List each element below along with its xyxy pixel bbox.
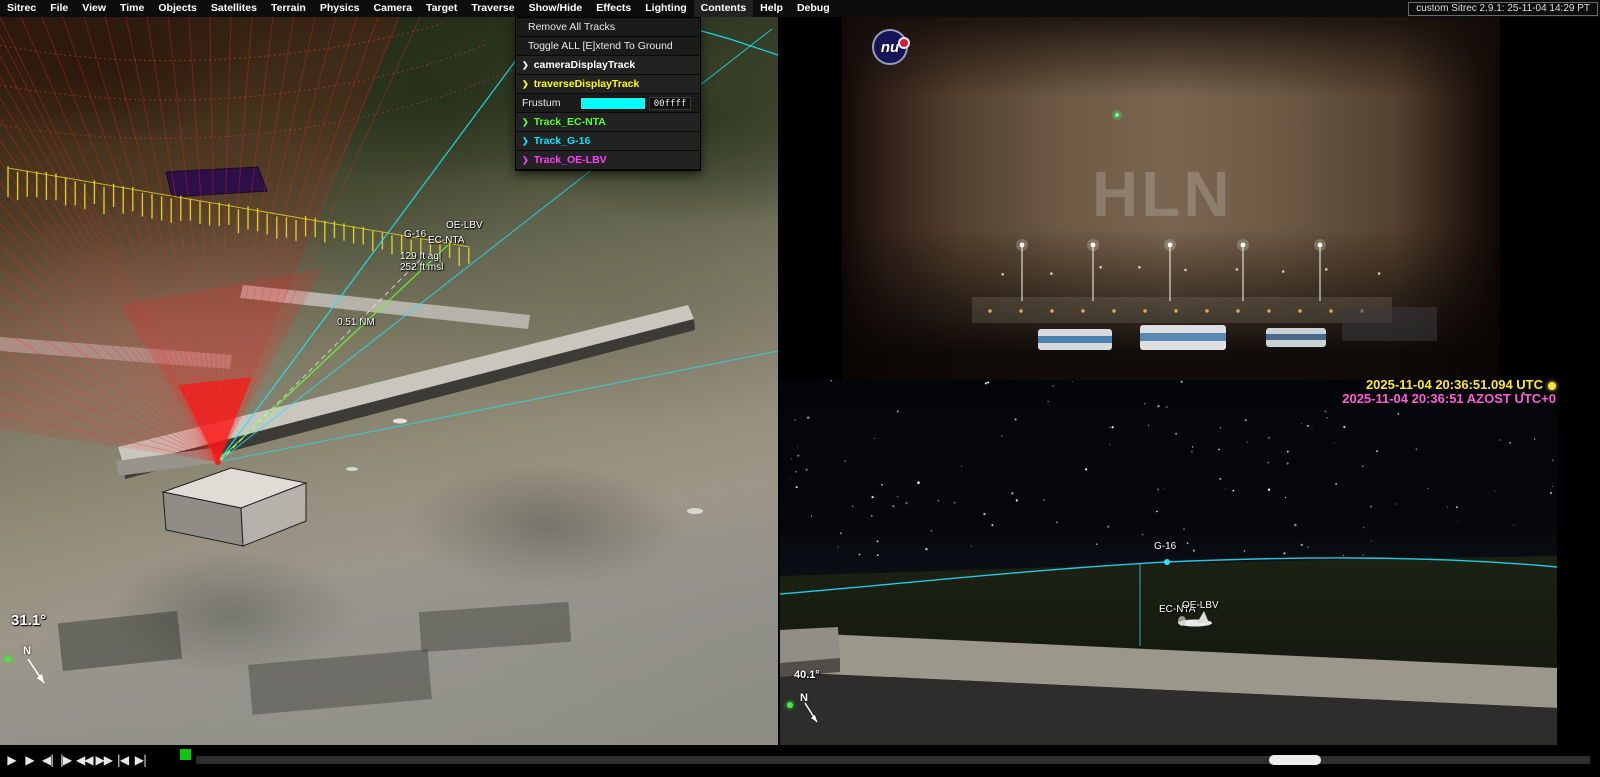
local-timestamp-text: 2025-11-04 20:36:51 AZOST UTC+0: [1342, 391, 1556, 406]
night-heading-label: 40.1°: [794, 669, 820, 681]
jump-start-button[interactable]: |◀: [114, 751, 131, 769]
expand-arrow-icon: ❯: [522, 131, 529, 150]
menu-item-label: Track_G-16: [534, 132, 591, 151]
night-track-label-oe-lbv: OE-LBV: [1182, 600, 1219, 611]
menu-contents[interactable]: Contents: [694, 0, 754, 17]
menu-target[interactable]: Target: [419, 0, 464, 17]
nu-logo-badge-icon: [898, 37, 910, 49]
nu-logo-text: nu: [881, 39, 899, 56]
fast-forward-button[interactable]: ▶▶: [94, 751, 112, 769]
timestamp-block: 2025-11-04 20:36:51.094 UTC 2025-11-04 2…: [1342, 378, 1556, 406]
hln-watermark: HLN: [1092, 157, 1233, 231]
menu-lighting[interactable]: Lighting: [638, 0, 693, 17]
menu-bar: Sitrec File View Time Objects Satellites…: [0, 0, 1600, 17]
expand-arrow-icon: ❯: [522, 55, 529, 74]
scrubber-handle[interactable]: [1269, 755, 1321, 765]
menu-satellites[interactable]: Satellites: [204, 0, 264, 17]
altitude-msl-label: 252 ft msl: [400, 262, 443, 273]
utc-timestamp: 2025-11-04 20:36:51.094 UTC: [1342, 378, 1556, 392]
night-scene: [780, 380, 1557, 745]
menu-physics[interactable]: Physics: [313, 0, 367, 17]
menu-item-label: traverseDisplayTrack: [534, 75, 640, 94]
menu-item-frustum[interactable]: Frustum 00ffff: [516, 94, 700, 113]
menu-item-remove-all-tracks[interactable]: Remove All Tracks: [516, 18, 700, 37]
menu-item-label: Frustum: [522, 94, 580, 113]
menu-item-track-ec-nta[interactable]: ❯ Track_EC-NTA: [516, 113, 700, 132]
menu-help[interactable]: Help: [753, 0, 790, 17]
night-camera-view[interactable]: G-16 EC-NTA OE-LBV 40.1° N: [780, 380, 1557, 745]
compass-origin-dot: [5, 656, 11, 662]
play-alt-button[interactable]: ▶: [21, 751, 38, 769]
menu-traverse[interactable]: Traverse: [464, 0, 521, 17]
record-indicator[interactable]: [180, 749, 191, 760]
play-button[interactable]: ▶: [3, 751, 20, 769]
utc-timestamp-text: 2025-11-04 20:36:51.094 UTC: [1366, 377, 1543, 392]
rewind-button[interactable]: ◀◀: [75, 751, 93, 769]
menu-debug[interactable]: Debug: [790, 0, 837, 17]
night-compass-origin-dot: [787, 702, 793, 708]
camera-heading-label: 31.1°: [11, 612, 46, 629]
track-label-oe-lbv: OE-LBV: [446, 220, 483, 231]
playback-bar: ▶ ▶ ◀| |▶ ◀◀ ▶▶ |◀ ▶|: [0, 745, 1600, 777]
expand-arrow-icon: ❯: [522, 150, 529, 169]
frame-back-button[interactable]: ◀|: [39, 751, 56, 769]
expand-arrow-icon: ❯: [522, 74, 529, 93]
night-track-label-g16: G-16: [1154, 541, 1176, 552]
menu-objects[interactable]: Objects: [151, 0, 204, 17]
night-north-arrow-icon: [800, 700, 832, 732]
menu-item-toggle-extend-to-ground[interactable]: Toggle ALL [E]xtend To Ground: [516, 37, 700, 56]
sitrec-app: Sitrec File View Time Objects Satellites…: [0, 0, 1600, 777]
menu-effects[interactable]: Effects: [589, 0, 638, 17]
menu-item-track-oe-lbv[interactable]: ❯ Track_OE-LBV: [516, 151, 700, 170]
jump-end-button[interactable]: ▶|: [132, 751, 149, 769]
track-label-g16: G-16: [404, 229, 426, 240]
menu-item-label: Remove All Tracks: [528, 18, 615, 37]
timeline-scrubber[interactable]: [196, 756, 1590, 764]
menu-item-track-g16[interactable]: ❯ Track_G-16: [516, 132, 700, 151]
menu-show-hide[interactable]: Show/Hide: [522, 0, 590, 17]
menu-item-traverse-display-track[interactable]: ❯ traverseDisplayTrack: [516, 75, 700, 94]
track-label-ec-nta: EC-NTA: [428, 235, 464, 246]
version-info: custom Sitrec 2.9.1: 25-11-04 14:29 PT: [1408, 2, 1598, 16]
altitude-agl-label: 129 ft agl: [400, 251, 441, 262]
contents-dropdown: Remove All Tracks Toggle ALL [E]xtend To…: [515, 17, 701, 171]
menu-item-label: cameraDisplayTrack: [534, 56, 636, 75]
menu-camera[interactable]: Camera: [367, 0, 420, 17]
frame-forward-button[interactable]: |▶: [57, 751, 74, 769]
north-arrow-icon: [22, 655, 62, 695]
menu-item-label: Track_OE-LBV: [534, 151, 607, 170]
sun-marker-icon: [1548, 382, 1556, 390]
local-timestamp: 2025-11-04 20:36:51 AZOST UTC+0: [1342, 392, 1556, 406]
menu-terrain[interactable]: Terrain: [264, 0, 313, 17]
frustum-color-value[interactable]: 00ffff: [649, 97, 691, 110]
video-panel[interactable]: HLN nu: [842, 17, 1500, 380]
menu-item-label: Toggle ALL [E]xtend To Ground: [528, 37, 673, 56]
menu-sitrec[interactable]: Sitrec: [0, 0, 43, 17]
frustum-color-swatch[interactable]: [580, 97, 646, 110]
transport-controls: ▶ ▶ ◀| |▶ ◀◀ ▶▶ |◀ ▶|: [3, 751, 149, 769]
menu-item-camera-display-track[interactable]: ❯ cameraDisplayTrack: [516, 56, 700, 75]
menu-time[interactable]: Time: [113, 0, 151, 17]
menu-item-label: Track_EC-NTA: [534, 113, 606, 132]
range-label: 0.51 NM: [337, 317, 375, 328]
menu-file[interactable]: File: [43, 0, 75, 17]
menu-view[interactable]: View: [75, 0, 113, 17]
expand-arrow-icon: ❯: [522, 112, 529, 131]
